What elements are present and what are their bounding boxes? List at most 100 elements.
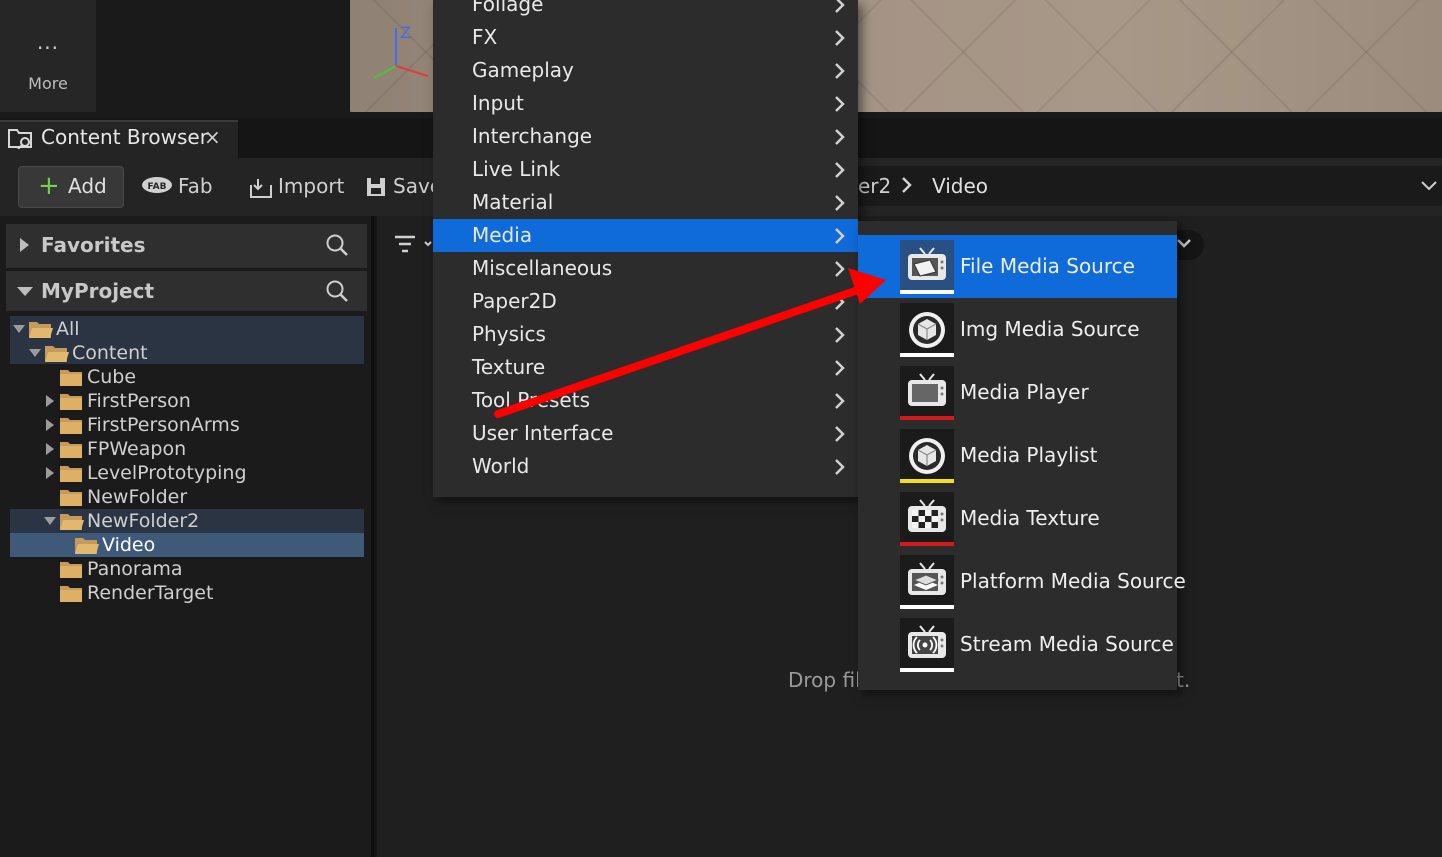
collapsed-arrow-icon[interactable] [18,237,30,253]
tree-item-label: Panorama [87,558,183,580]
tv-file-icon [900,240,954,294]
tree-item[interactable]: LevelPrototyping [43,461,247,485]
axis-gizmo-icon: Z [373,23,429,79]
tree-expander[interactable] [58,533,72,557]
tree-expander[interactable] [43,581,57,605]
submenu-arrow [833,0,847,14]
submenu-arrow [833,62,847,80]
collapsed-arrow-icon [46,443,54,455]
tree-item-label: LevelPrototyping [87,462,247,484]
menu-item-label: Media [472,223,533,247]
breadcrumb-parent[interactable]: er2 [858,174,891,198]
submenu-arrow [833,128,847,146]
tree-item[interactable]: RenderTarget [43,581,213,605]
asset-type-color-bar [900,290,954,294]
tree-item[interactable]: Content [28,341,148,365]
drop-hint-text-end: t. [1176,668,1191,692]
expanded-arrow-icon [44,517,56,525]
menu-item-label: Tool Presets [472,388,590,412]
tree-item[interactable]: FirstPersonArms [43,413,240,437]
search-icon[interactable] [325,233,349,257]
chevron-right-icon [835,327,845,343]
chevron-right-icon [835,162,845,178]
fab-icon[interactable]: FAB [141,176,173,194]
cube-sphere-icon [900,429,954,483]
submenu-item-label: Img Media Source [960,317,1140,341]
add-label: Add [68,174,107,198]
collapsed-arrow-icon [46,419,54,431]
ellipsis-icon: ··· [36,36,60,60]
menu-item-label: Input [472,91,524,115]
svg-text:FAB: FAB [148,182,167,192]
chevron-right-icon [835,30,845,46]
tv-checker-icon [900,492,954,546]
folder-open-icon [29,322,53,338]
chevron-right-icon [835,0,845,13]
expanded-arrow-icon [29,349,41,357]
submenu-arrow [833,392,847,410]
tree-item[interactable]: Panorama [43,557,183,581]
menu-item-label: Paper2D [472,289,557,313]
folder-open-icon [45,346,69,362]
tree-item[interactable]: NewFolder [43,485,187,509]
tree-item[interactable]: Cube [43,365,136,389]
tree-expander[interactable] [12,317,26,341]
tree-expander[interactable] [43,365,57,389]
close-icon[interactable]: × [204,125,221,149]
submenu-arrow [833,260,847,278]
folder-icon [60,562,82,578]
tree-expander[interactable] [43,485,57,509]
tree-item[interactable]: FirstPerson [43,389,191,413]
submenu-item-label: Stream Media Source [960,632,1174,656]
save-icon[interactable] [366,177,388,197]
expanded-arrow-icon [13,325,25,333]
asset-type-color-bar [900,605,954,609]
menu-item-label: Gameplay [472,58,574,82]
tab-title: Content Browser [41,125,208,149]
asset-type-color-bar [900,416,954,420]
submenu-arrow [833,359,847,377]
fab-button[interactable]: Fab [178,174,213,198]
submenu-item-label: Platform Media Source [960,569,1186,593]
tree-item-label: FPWeapon [87,438,187,460]
tree-expander[interactable] [43,413,57,437]
asset-type-color-bar [900,479,954,483]
folder-icon [60,586,82,602]
tree-item[interactable]: NewFolder2 [43,509,199,533]
submenu-arrow [833,326,847,344]
submenu-arrow [833,293,847,311]
tree-item-label: Cube [87,366,137,388]
submenu-item-label: File Media Source [960,254,1135,278]
asset-type-color-bar [900,668,954,672]
tree-expander[interactable] [28,341,42,365]
tree-expander[interactable] [43,557,57,581]
tv-stream-icon [900,618,954,672]
tree-expander[interactable] [43,509,57,533]
content-browser-icon [8,129,32,149]
import-button[interactable]: Import [278,174,344,198]
submenu-arrow [833,425,847,443]
menu-item-label: Foliage [472,0,544,16]
filter-icon[interactable] [393,234,433,256]
chevron-right-icon [835,393,845,409]
tree-item[interactable]: FPWeapon [43,437,186,461]
chevron-right-icon [835,96,845,112]
folder-icon [60,466,82,482]
submenu-item-label: Media Player [960,380,1089,404]
folder-open-icon [60,514,84,530]
tree-expander[interactable] [43,461,57,485]
search-icon[interactable] [325,279,349,303]
tree-item[interactable]: Video [58,533,155,557]
breadcrumb-current[interactable]: Video [932,174,988,198]
menu-item-label: Interchange [472,124,593,148]
folder-icon [60,418,82,434]
plus-icon: + [38,171,60,201]
chevron-down-icon[interactable] [1420,180,1438,192]
tree-item-label: All [56,318,80,340]
tree-expander[interactable] [43,389,57,413]
tree-item[interactable]: All [12,317,80,341]
submenu-item-label: Media Playlist [960,443,1098,467]
import-icon[interactable] [249,177,275,199]
tree-expander[interactable] [43,437,57,461]
expanded-arrow-icon[interactable] [16,286,34,298]
